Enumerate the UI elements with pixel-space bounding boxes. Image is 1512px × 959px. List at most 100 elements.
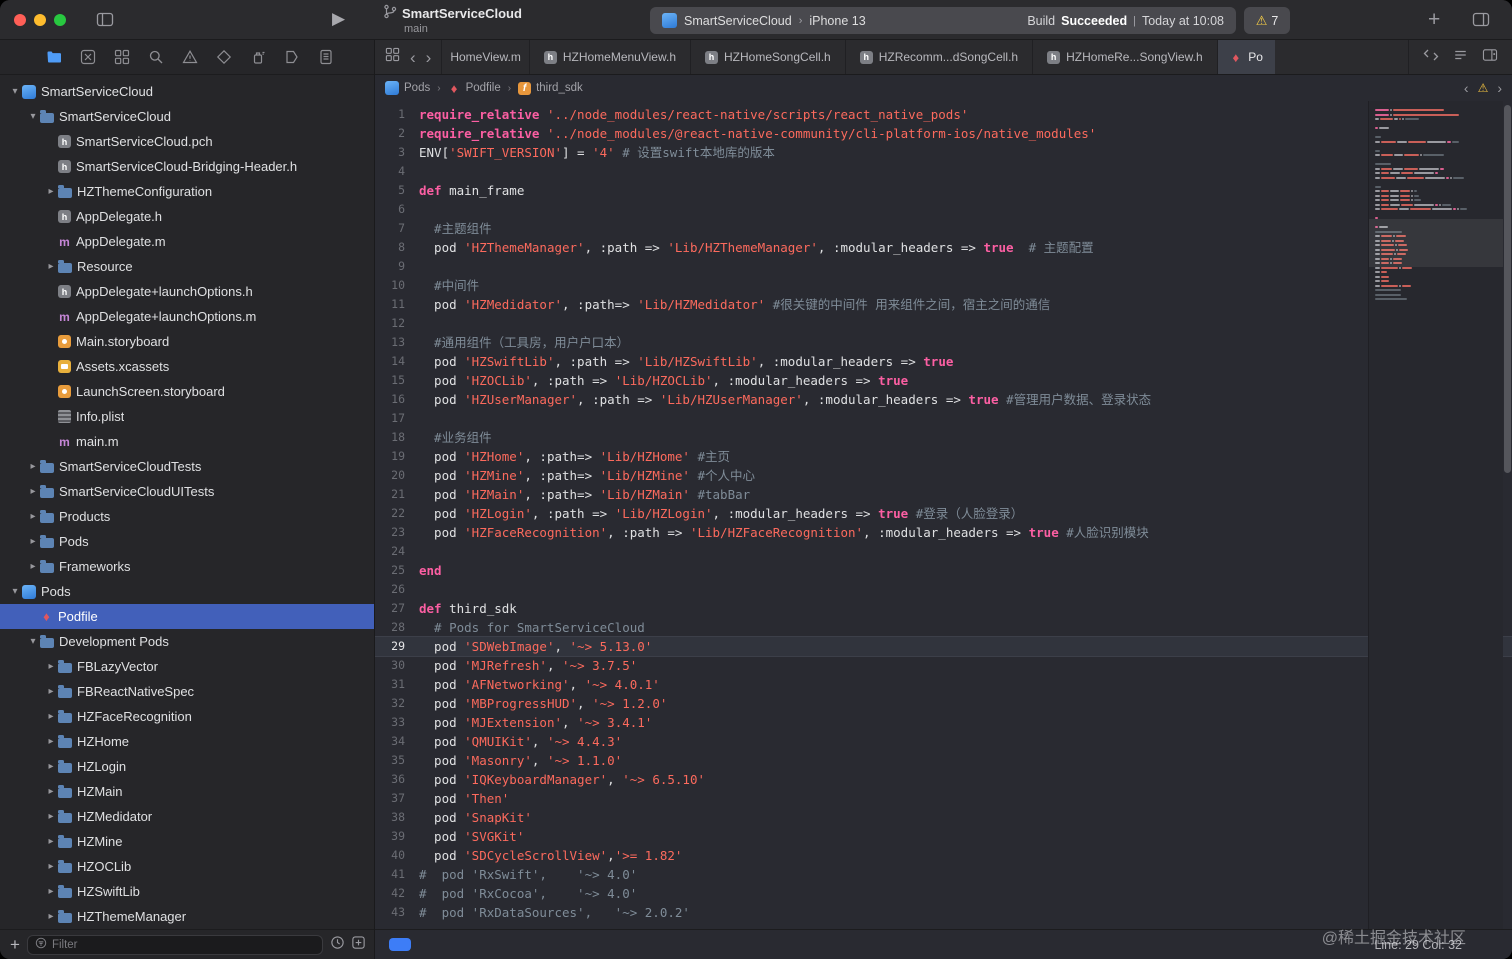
active-scheme-block[interactable]: SmartServiceCloud main [383, 4, 522, 35]
code-line-24[interactable]: 24 [375, 542, 1512, 561]
code-line-28[interactable]: 28 # Pods for SmartServiceCloud [375, 618, 1512, 637]
code-line-39[interactable]: 39 pod 'SVGKit' [375, 827, 1512, 846]
go-forward-icon[interactable]: › [426, 49, 432, 66]
tree-item-hzthememanager[interactable]: ▸ HZThemeManager [0, 904, 374, 929]
disclosure-icon[interactable]: ▸ [26, 511, 40, 522]
disclosure-icon[interactable]: ▸ [44, 811, 58, 822]
code-line-30[interactable]: 30 pod 'MJRefresh', '~> 3.7.5' [375, 656, 1512, 675]
line-number[interactable]: 13 [375, 333, 419, 352]
code-line-41[interactable]: 41 # pod 'RxSwift', '~> 4.0' [375, 865, 1512, 884]
line-number[interactable]: 24 [375, 542, 419, 561]
tree-item-smartservicecloud[interactable]: ▾ SmartServiceCloud [0, 104, 374, 129]
tree-item-smartservicecloud-bridging-header-h[interactable]: h SmartServiceCloud-Bridging-Header.h [0, 154, 374, 179]
disclosure-icon[interactable]: ▸ [44, 761, 58, 772]
line-number[interactable]: 30 [375, 656, 419, 675]
line-number[interactable]: 31 [375, 675, 419, 694]
jumpbar-warning-icon[interactable]: ⚠ [1478, 81, 1489, 95]
code-line-40[interactable]: 40 pod 'SDCycleScrollView','>= 1.82' [375, 846, 1512, 865]
add-editor-icon[interactable] [1482, 48, 1498, 67]
line-number[interactable]: 34 [375, 732, 419, 751]
tree-item-appdelegate-h[interactable]: h AppDelegate.h [0, 204, 374, 229]
editor-tab-hzhomesongcell-h[interactable]: h HZHomeSongCell.h [690, 40, 845, 74]
line-number[interactable]: 14 [375, 352, 419, 371]
line-number[interactable]: 35 [375, 751, 419, 770]
tree-item-smartservicecloud[interactable]: ▾ SmartServiceCloud [0, 79, 374, 104]
tree-item-appdelegate-launchoptions-h[interactable]: h AppDelegate+launchOptions.h [0, 279, 374, 304]
tree-item-resource[interactable]: ▸ Resource [0, 254, 374, 279]
disclosure-icon[interactable]: ▸ [44, 686, 58, 697]
tree-item-appdelegate-launchoptions-m[interactable]: m AppDelegate+launchOptions.m [0, 304, 374, 329]
code-line-16[interactable]: 16 pod 'HZUserManager', :path => 'Lib/HZ… [375, 390, 1512, 409]
code-line-9[interactable]: 9 [375, 257, 1512, 276]
disclosure-icon[interactable]: ▸ [44, 861, 58, 872]
code-line-3[interactable]: 3 ENV['SWIFT_VERSION'] = '4' # 设置swift本地库… [375, 143, 1512, 162]
code-line-6[interactable]: 6 [375, 200, 1512, 219]
code-line-25[interactable]: 25 end [375, 561, 1512, 580]
line-number[interactable]: 16 [375, 390, 419, 409]
code-line-17[interactable]: 17 [375, 409, 1512, 428]
source-control-navigator-icon[interactable] [80, 49, 96, 65]
line-number[interactable]: 12 [375, 314, 419, 333]
related-items-grid-icon[interactable] [385, 47, 400, 67]
editor-layout-icon[interactable] [1472, 11, 1490, 28]
minimap-viewport[interactable] [1369, 219, 1503, 267]
tree-item-assets-xcassets[interactable]: Assets.xcassets [0, 354, 374, 379]
source-code[interactable]: 1 require_relative '../node_modules/react… [375, 101, 1512, 929]
line-number[interactable]: 11 [375, 295, 419, 314]
disclosure-icon[interactable]: ▸ [44, 661, 58, 672]
code-line-18[interactable]: 18 #业务组件 [375, 428, 1512, 447]
find-navigator-icon[interactable] [148, 49, 164, 65]
tree-item-hzmine[interactable]: ▸ HZMine [0, 829, 374, 854]
symbol-navigator-icon[interactable] [114, 49, 130, 65]
line-number[interactable]: 10 [375, 276, 419, 295]
report-navigator-icon[interactable] [318, 49, 334, 65]
line-number[interactable]: 37 [375, 789, 419, 808]
code-line-43[interactable]: 43 # pod 'RxDataSources', '~> 2.0.2' [375, 903, 1512, 922]
tree-item-main-storyboard[interactable]: Main.storyboard [0, 329, 374, 354]
disclosure-icon[interactable]: ▸ [44, 786, 58, 797]
disclosure-icon[interactable]: ▸ [26, 561, 40, 572]
filter-field[interactable] [26, 934, 323, 955]
line-number[interactable]: 7 [375, 219, 419, 238]
code-line-20[interactable]: 20 pod 'HZMine', :path=> 'Lib/HZMine' #个… [375, 466, 1512, 485]
activity-view[interactable]: SmartServiceCloud › iPhone 13 Build Succ… [650, 7, 1236, 34]
disclosure-icon[interactable]: ▸ [44, 736, 58, 747]
code-line-31[interactable]: 31 pod 'AFNetworking', '~> 4.0.1' [375, 675, 1512, 694]
disclosure-icon[interactable]: ▾ [26, 636, 40, 647]
editor-tab-homeview-m[interactable]: HomeView.m [441, 40, 528, 74]
tree-item-main-m[interactable]: m main.m [0, 429, 374, 454]
line-number[interactable]: 3 [375, 143, 419, 162]
line-number[interactable]: 19 [375, 447, 419, 466]
code-line-33[interactable]: 33 pod 'MJExtension', '~> 3.4.1' [375, 713, 1512, 732]
code-line-22[interactable]: 22 pod 'HZLogin', :path => 'Lib/HZLogin'… [375, 504, 1512, 523]
line-number[interactable]: 18 [375, 428, 419, 447]
disclosure-icon[interactable]: ▸ [44, 911, 58, 922]
line-number[interactable]: 25 [375, 561, 419, 580]
editor-tab-po[interactable]: ♦ Po [1216, 40, 1275, 74]
line-number[interactable]: 17 [375, 409, 419, 428]
code-line-34[interactable]: 34 pod 'QMUIKit', '~> 4.4.3' [375, 732, 1512, 751]
line-number[interactable]: 43 [375, 903, 419, 922]
line-number[interactable]: 5 [375, 181, 419, 200]
zoom-button[interactable] [54, 14, 66, 26]
warning-count-badge[interactable]: ⚠ 7 [1244, 7, 1290, 34]
test-navigator-icon[interactable] [216, 49, 232, 65]
line-number[interactable]: 21 [375, 485, 419, 504]
line-number[interactable]: 36 [375, 770, 419, 789]
minimize-button[interactable] [34, 14, 46, 26]
disclosure-icon[interactable]: ▸ [26, 461, 40, 472]
editor-options-icon[interactable] [1453, 48, 1468, 67]
filter-input[interactable] [51, 938, 315, 951]
sidebar-toggle-icon[interactable] [96, 11, 114, 28]
code-line-1[interactable]: 1 require_relative '../node_modules/react… [375, 105, 1512, 124]
minimap[interactable] [1368, 101, 1503, 929]
code-line-15[interactable]: 15 pod 'HZOCLib', :path => 'Lib/HZOCLib'… [375, 371, 1512, 390]
tree-item-pods[interactable]: ▾ Pods [0, 579, 374, 604]
line-number[interactable]: 2 [375, 124, 419, 143]
code-line-19[interactable]: 19 pod 'HZHome', :path=> 'Lib/HZHome' #主… [375, 447, 1512, 466]
editor-tab-hzhomere-songview-h[interactable]: h HZHomeRe...SongView.h [1032, 40, 1217, 74]
code-line-35[interactable]: 35 pod 'Masonry', '~> 1.1.0' [375, 751, 1512, 770]
disclosure-icon[interactable]: ▸ [44, 711, 58, 722]
jumpbar-back-icon[interactable]: ‹ [1464, 81, 1469, 95]
code-line-10[interactable]: 10 #中间件 [375, 276, 1512, 295]
